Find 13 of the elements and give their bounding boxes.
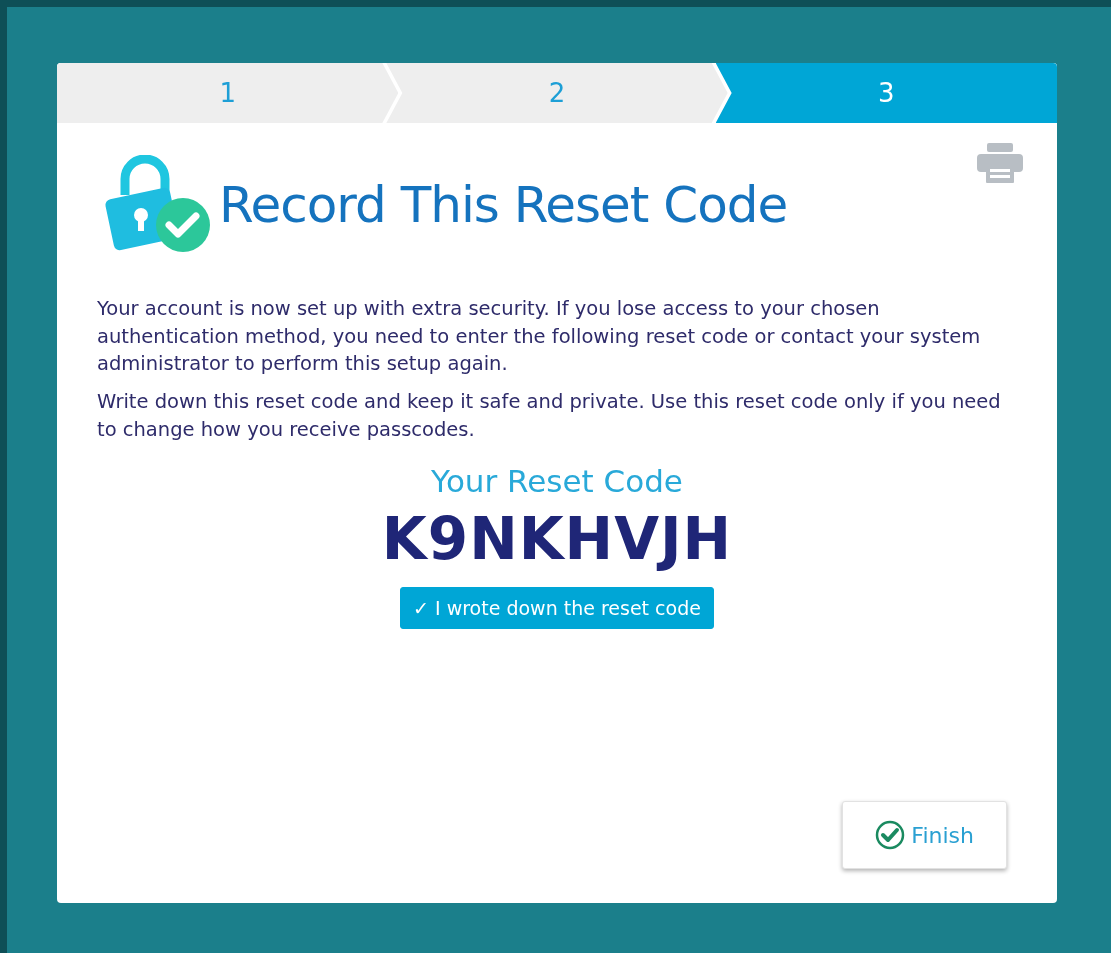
dialog-title: Record This Reset Code	[219, 176, 788, 234]
instruction-text: Write down this reset code and keep it safe and private. Use this reset code only if you need to change how you receive passcodes.	[97, 389, 1002, 443]
instruction-text: Your account is now set up with extra security. If you lose access to your chosen authentication method, you need to enter the following reset code or contact your system administrator to perform this setup again.	[97, 296, 982, 378]
print-icon[interactable]	[977, 143, 1023, 183]
wizard-step[interactable]: 3	[715, 63, 1057, 123]
wizard-step[interactable]: 2	[386, 63, 728, 123]
confirm-toggle-button[interactable]: ✓ I wrote down the reset code	[400, 587, 714, 630]
padlock-check-icon	[103, 155, 213, 255]
finish-button[interactable]: Finish	[842, 801, 1007, 869]
reset-code: K9NKHVJH	[380, 505, 734, 574]
check-circle-icon	[875, 820, 906, 850]
wizard-step[interactable]: 1	[57, 63, 399, 123]
code-heading: Your Reset Code	[430, 463, 684, 500]
